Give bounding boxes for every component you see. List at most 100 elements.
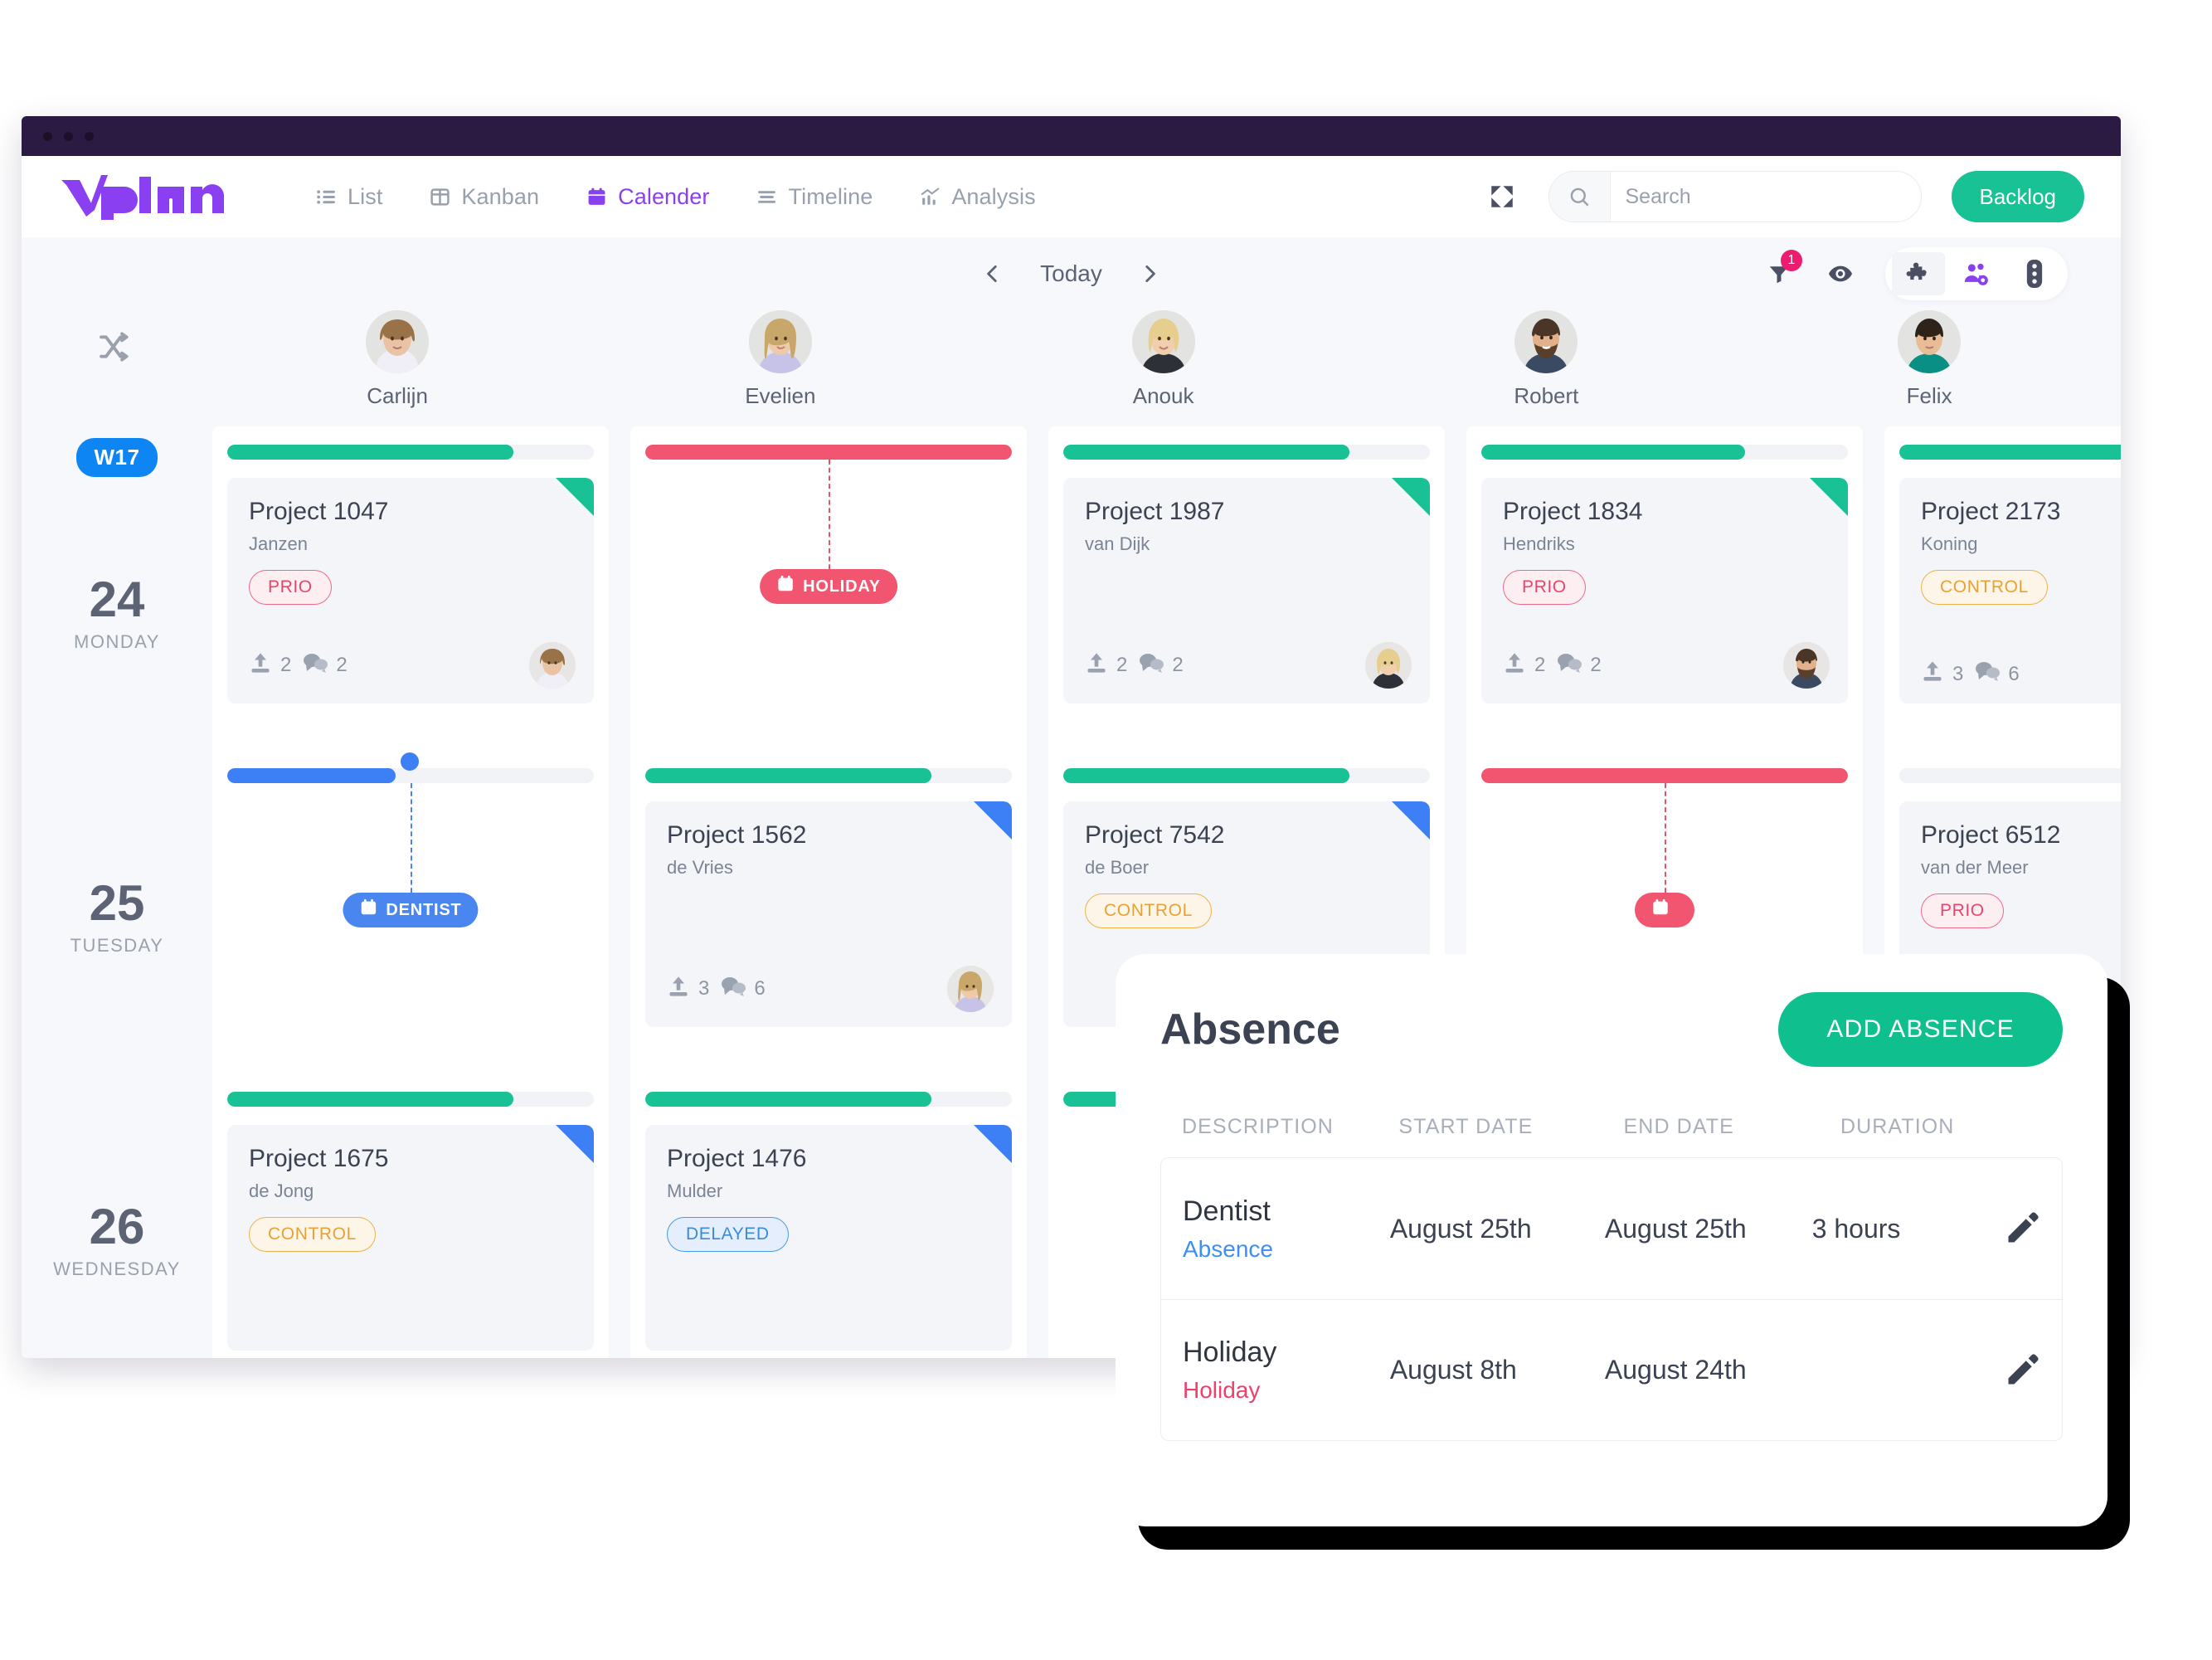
day-cell-tuesday: 25 TUESDAY: [22, 750, 212, 1073]
schedule-slot[interactable]: Project 1476 Mulder DELAYED: [630, 1073, 1027, 1358]
project-card[interactable]: Project 1476 Mulder DELAYED: [645, 1125, 1012, 1351]
card-footer: 22: [1085, 642, 1412, 689]
resource-column-evelien[interactable]: Evelien: [589, 310, 972, 426]
column-header-start-date: START DATE: [1398, 1115, 1534, 1138]
pencil-icon[interactable]: [2004, 1352, 2040, 1389]
window-titlebar: [22, 116, 2121, 156]
project-tag[interactable]: PRIO: [1503, 570, 1586, 605]
project-title: Project 1476: [667, 1145, 807, 1172]
capacity-bar-fill: [227, 768, 396, 783]
more-vertical-icon[interactable]: [2008, 252, 2061, 295]
schedule-slot[interactable]: HOLIDAY: [630, 426, 1027, 750]
resource-column-anouk[interactable]: Anouk: [972, 310, 1355, 426]
card-corner-flag: [556, 478, 594, 516]
capacity-bar: [1481, 768, 1848, 783]
comment-icon: [1975, 660, 2001, 688]
capacity-bar-fill: [1481, 768, 1848, 783]
project-card[interactable]: Project 1047 Janzen PRIO 2 2: [227, 478, 594, 703]
tool-pill-group: [1885, 247, 2068, 300]
next-period-button[interactable]: [1139, 261, 1160, 286]
project-client: Hendriks: [1503, 533, 1575, 554]
absence-chip[interactable]: [1635, 893, 1694, 927]
schedule-slot[interactable]: Project 2173 Koning CONTROL 3 6: [1884, 426, 2121, 750]
add-absence-button[interactable]: ADD ABSENCE: [1778, 992, 2063, 1067]
schedule-slot[interactable]: Project 1987 van Dijk 2 2: [1048, 426, 1445, 750]
capacity-bar-fill: [1063, 445, 1349, 460]
eye-icon[interactable]: [1824, 257, 1857, 290]
schedule-slot[interactable]: Project 1675 de Jong CONTROL: [212, 1073, 609, 1358]
resource-column-carlijn[interactable]: Carlijn: [206, 310, 589, 426]
schedule-slot[interactable]: DENTIST: [212, 750, 609, 1073]
capacity-bar: [645, 768, 1012, 783]
search-input[interactable]: [1610, 172, 1921, 221]
nav-item-kanban[interactable]: Kanban: [429, 184, 539, 210]
resource-name: Felix: [1906, 383, 1952, 408]
window-dot-minimize[interactable]: [64, 131, 73, 141]
absence-chip[interactable]: DENTIST: [343, 893, 479, 927]
capacity-handle[interactable]: [400, 752, 419, 771]
absence-chip-label: DENTIST: [386, 900, 462, 919]
today-label[interactable]: Today: [1040, 260, 1102, 287]
project-tag[interactable]: CONTROL: [249, 1217, 376, 1252]
resource-name: Evelien: [745, 383, 816, 408]
card-footer: 36: [667, 966, 994, 1012]
puzzle-icon[interactable]: [1892, 252, 1945, 295]
schedule-slot[interactable]: Project 1834 Hendriks PRIO 2 2: [1466, 426, 1863, 750]
nav-label-calender: Calender: [618, 183, 710, 209]
absence-table-body: Dentist Absence August 25th August 25th …: [1160, 1157, 2063, 1441]
resource-column-robert[interactable]: Robert: [1354, 310, 1738, 426]
absence-description-cell: Holiday Holiday: [1183, 1336, 1390, 1404]
table-row[interactable]: Dentist Absence August 25th August 25th …: [1161, 1158, 2062, 1299]
project-card[interactable]: Project 2173 Koning CONTROL 3 6: [1899, 478, 2121, 703]
absence-chip[interactable]: HOLIDAY: [760, 569, 897, 604]
project-tag[interactable]: DELAYED: [667, 1217, 789, 1252]
expand-icon[interactable]: [1485, 180, 1519, 213]
window-dot-maximize[interactable]: [85, 131, 94, 141]
resource-header-row: Carlijn Evelien Anouk Robert Felix: [22, 310, 2121, 426]
column-header-description: DESCRIPTION: [1182, 1115, 1334, 1138]
week-badge[interactable]: W17: [75, 438, 158, 477]
project-tag[interactable]: PRIO: [1921, 893, 2004, 928]
avatar: [748, 310, 812, 373]
nav-item-calender[interactable]: Calender: [586, 184, 709, 210]
project-tag[interactable]: CONTROL: [1085, 893, 1212, 928]
backlog-button[interactable]: Backlog: [1951, 171, 2084, 222]
project-card[interactable]: Project 1834 Hendriks PRIO 2 2: [1481, 478, 1848, 703]
prev-period-button[interactable]: [982, 261, 1004, 286]
resource-column-felix[interactable]: Felix: [1738, 310, 2121, 426]
project-card[interactable]: Project 1987 van Dijk 2 2: [1063, 478, 1430, 703]
project-card[interactable]: Project 1675 de Jong CONTROL: [227, 1125, 594, 1351]
window-dot-close[interactable]: [43, 131, 52, 141]
list-icon: [315, 186, 337, 207]
calendar-icon: [586, 186, 607, 207]
project-title: Project 1834: [1503, 498, 1643, 525]
board-toolbar: Today 1: [22, 237, 2121, 310]
project-title: Project 1562: [667, 821, 807, 849]
people-settings-icon[interactable]: [1950, 252, 2003, 295]
nav-label-list: List: [348, 183, 383, 209]
person-column-evelien: HOLIDAY Project 1562 de Vries 3 6 Project 147…: [630, 426, 1027, 1358]
card-footer: 22: [1503, 642, 1830, 689]
nav-item-list[interactable]: List: [315, 184, 382, 210]
pencil-icon[interactable]: [2004, 1210, 2040, 1247]
search-box[interactable]: [1548, 171, 1922, 222]
card-footer: 22: [249, 642, 576, 689]
absence-start-date: August 8th: [1389, 1355, 1517, 1385]
table-row[interactable]: Holiday Holiday August 8th August 24th: [1161, 1299, 2062, 1440]
capacity-bar-fill: [645, 1092, 931, 1107]
shuffle-icon[interactable]: [22, 310, 206, 426]
comment-count: 2: [1139, 652, 1184, 679]
avatar: [1131, 310, 1195, 373]
nav-item-timeline[interactable]: Timeline: [756, 184, 873, 210]
filter-icon[interactable]: 1: [1762, 250, 1802, 290]
nav-item-analysis[interactable]: Analysis: [919, 184, 1036, 210]
resource-name: Robert: [1514, 383, 1579, 408]
project-tag[interactable]: PRIO: [249, 570, 332, 605]
column-header-duration: DURATION: [1840, 1115, 1955, 1138]
vplan-logo[interactable]: [58, 173, 229, 220]
schedule-slot[interactable]: Project 1562 de Vries 3 6: [630, 750, 1027, 1073]
project-card[interactable]: Project 1562 de Vries 3 6: [645, 801, 1012, 1027]
project-tag[interactable]: CONTROL: [1921, 570, 2048, 605]
schedule-slot[interactable]: Project 1047 Janzen PRIO 2 2: [212, 426, 609, 750]
calendar-icon: [1651, 898, 1670, 922]
